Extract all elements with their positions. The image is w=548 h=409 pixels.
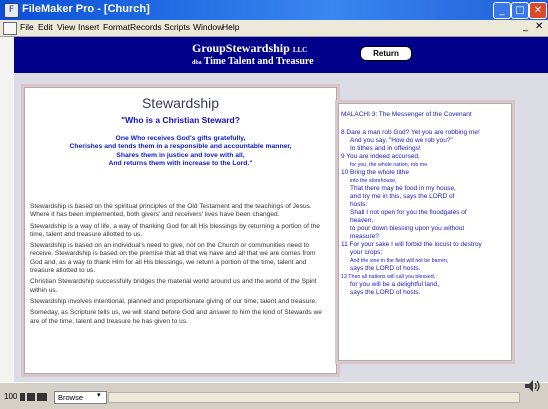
body-paragraph: Christian Stewardship successfully bridg… (30, 278, 317, 294)
verse-line: 9 You are indeed accursed, (341, 153, 420, 160)
speaker-icon[interactable] (522, 376, 542, 396)
scripture-title: MALACHI 3: The Messenger of the Covenant (341, 111, 472, 118)
menu-records[interactable]: Records (130, 22, 162, 32)
filemaker-app-icon[interactable]: F (4, 3, 19, 18)
verse-line: And the vine in the field will not be ba… (350, 258, 449, 264)
menu-window[interactable]: Window (193, 22, 223, 32)
verse-list: 8 Dare a man rob God? Yet you are robbin… (341, 129, 509, 297)
scripture-panel: MALACHI 3: The Messenger of the Covenant… (335, 100, 515, 364)
definition-line: Shares them in justice and love with all… (116, 151, 245, 159)
definition-line: One Who receives God's gifts gratefully, (115, 135, 246, 142)
verse-line: In tithes and in offerings! (350, 145, 421, 152)
menu-scripts[interactable]: Scripts (164, 22, 190, 32)
menu-edit[interactable]: Edit (38, 22, 53, 32)
body-paragraph: Someday, as Scripture tells us, we will … (30, 309, 322, 325)
verse-line: 12 Then all nations will call you blesse… (341, 274, 436, 280)
doc-minimize-button[interactable]: _ (523, 21, 528, 32)
body-paragraph: Stewardship involves intentional, planne… (30, 297, 318, 305)
header-banner: GroupStewardship LLC dba Time Talent and … (14, 37, 548, 73)
verse-line: says the LORD of hosts. (350, 289, 421, 296)
zoom-in-icon[interactable] (27, 393, 35, 401)
verse-line: for you, the whole nation, rob me. (350, 162, 429, 168)
stewardship-panel: Stewardship "Who is a Christian Steward?… (21, 84, 340, 377)
stewardship-title: Stewardship (141, 95, 220, 111)
zoom-out-icon[interactable] (20, 393, 25, 401)
minimize-button[interactable]: _ (493, 2, 511, 19)
verse-line: 8 Dare a man rob God? Yet you are robbin… (341, 129, 480, 136)
verse-line: into the storehouse, (350, 178, 397, 184)
question-heading: "Who is a Christian Steward? (121, 115, 240, 125)
menu-format[interactable]: Format (103, 22, 130, 32)
zoom-controls (20, 393, 50, 401)
body-paragraph: Stewardship is based on an individual's … (30, 242, 316, 275)
menu-insert[interactable]: Insert (78, 22, 99, 32)
menu-help[interactable]: Help (222, 22, 239, 32)
body-paragraph: Stewardship is based on the spiritual pr… (30, 203, 312, 219)
return-button[interactable]: Return (360, 46, 412, 61)
verse-line: for you will be a delightful land, (350, 281, 439, 288)
definition-line: And returns them with increase to the Lo… (108, 159, 253, 167)
zoom-level[interactable]: 100 (4, 392, 17, 401)
document-icon[interactable] (3, 22, 17, 35)
tagline: dba Time Talent and Treasure (192, 56, 314, 67)
verse-line: 11 For your sake I will forbid the locus… (341, 241, 482, 248)
tagline-prefix: dba (192, 60, 202, 66)
menu-file[interactable]: File (20, 22, 34, 32)
verse-line: 10 Bring the whole tithe (341, 169, 409, 176)
close-button[interactable]: ✕ (529, 2, 547, 19)
verse-line: your crops; (350, 249, 383, 256)
steward-definition: One Who receives God's gifts gratefully,… (24, 135, 337, 168)
content-area: Stewardship "Who is a Christian Steward?… (14, 73, 548, 382)
brand-name: GroupStewardship LLC (192, 41, 307, 56)
brand-suffix: LLC (292, 46, 308, 54)
mode-dropdown-icon[interactable]: ▾ (97, 391, 101, 399)
title-bar: F FileMaker Pro - [Church] _ □ ✕ (0, 0, 548, 20)
verse-line: says the LORD of hosts. (350, 265, 421, 272)
verse-line: heaven, (350, 217, 374, 224)
definition-line: Cherishes and tends them in a responsibl… (69, 143, 292, 151)
verse-line: to pour down blessing upon you without (350, 225, 465, 232)
verse-line: measure? (350, 233, 379, 240)
verse-line: and try me in this, says the LORD of (350, 193, 455, 200)
doc-close-button[interactable]: ✕ (535, 21, 543, 32)
maximize-button[interactable]: □ (511, 2, 529, 19)
status-bar: 100 Browse ▾ (0, 382, 548, 409)
tagline-text: Time Talent and Treasure (203, 56, 314, 67)
verse-line: hosts: (350, 201, 368, 208)
verse-line: And you say, "How do we rob you?" (350, 137, 453, 144)
menu-view[interactable]: View (57, 22, 75, 32)
status-toggle-icon[interactable] (37, 393, 47, 401)
layout-left-margin (0, 37, 15, 382)
brand-text: GroupStewardship (192, 41, 290, 55)
window-title: FileMaker Pro - [Church] (22, 3, 150, 15)
horizontal-scrollbar[interactable] (108, 392, 520, 403)
stewardship-body: Stewardship is based on the spiritual pr… (30, 203, 328, 329)
menu-bar: File Edit View Insert Format Records Scr… (0, 20, 548, 37)
verse-line: That there may be food in my house, (350, 185, 456, 192)
verse-line: Shall I not open for you the floodgates … (350, 209, 467, 216)
body-paragraph: Stewardship is a way of life, a way of t… (30, 222, 320, 238)
